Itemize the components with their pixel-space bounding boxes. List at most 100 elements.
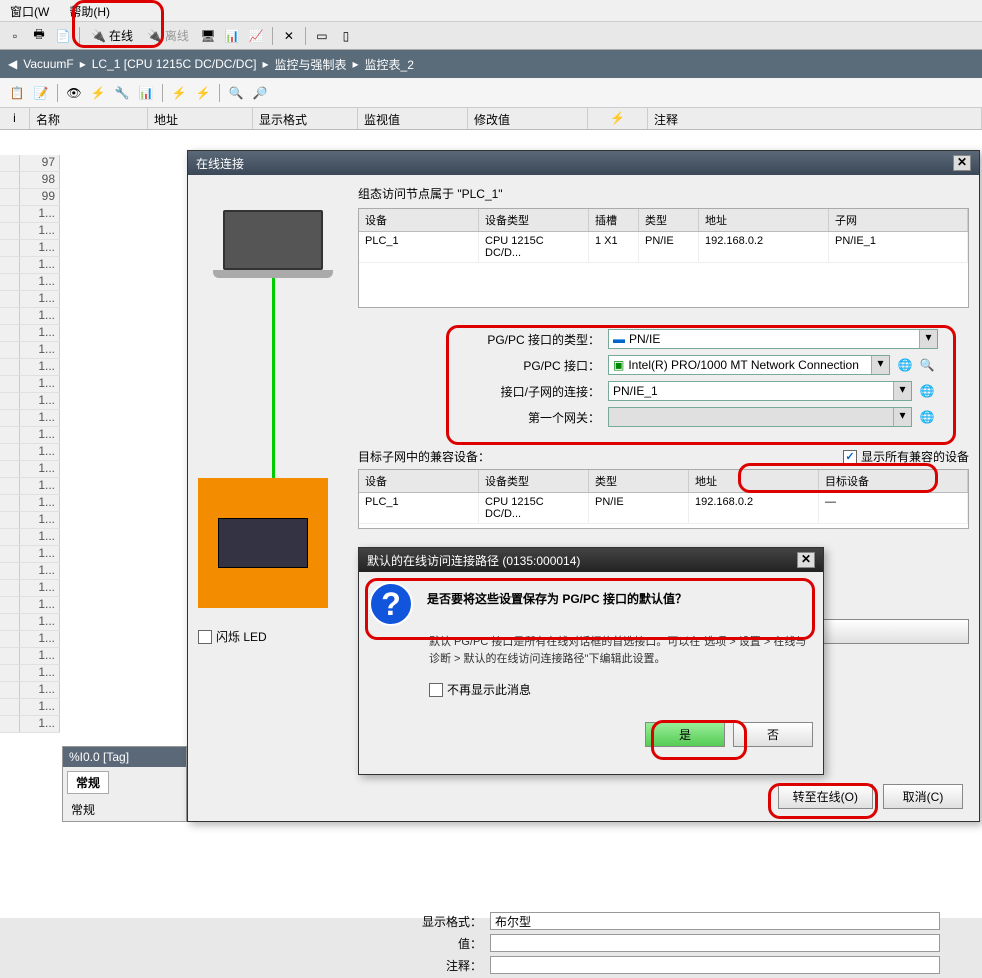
no-show-checkbox[interactable]	[429, 683, 443, 697]
bc-nav-icon[interactable]: ◀	[8, 57, 17, 71]
row-number[interactable]: 1...	[0, 444, 60, 461]
row-number[interactable]: 1...	[0, 580, 60, 597]
row-number[interactable]: 1...	[0, 682, 60, 699]
row-number[interactable]: 1...	[0, 597, 60, 614]
bf-fmt-input[interactable]: 布尔型	[490, 912, 940, 930]
row-number[interactable]: 1...	[0, 512, 60, 529]
row-number[interactable]: 1...	[0, 206, 60, 223]
row-number[interactable]: 1...	[0, 274, 60, 291]
row-number[interactable]: 1...	[0, 223, 60, 240]
row-number[interactable]: 1...	[0, 495, 60, 512]
row-number[interactable]: 1...	[0, 631, 60, 648]
no-button[interactable]: 否	[733, 722, 813, 747]
tb-icon-4[interactable]: 🖥	[197, 25, 219, 47]
tt-h-device[interactable]: 设备	[359, 470, 479, 492]
msg-close-button[interactable]: ✕	[797, 552, 815, 568]
dt-h-subnet[interactable]: 子网	[829, 209, 968, 231]
row-number[interactable]: 1...	[0, 699, 60, 716]
tb-icon-3[interactable]: 📄	[52, 25, 74, 47]
row-number[interactable]: 99	[0, 189, 60, 206]
th-addr[interactable]: 地址	[148, 108, 253, 129]
tag-tab-general[interactable]: 常规	[67, 771, 109, 794]
row-number[interactable]: 1...	[0, 648, 60, 665]
tb-icon-9[interactable]: ▯	[335, 25, 357, 47]
config-device-row[interactable]: PLC_1 CPU 1215C DC/D... 1 X1 PN/IE 192.1…	[359, 232, 968, 263]
row-number[interactable]: 1...	[0, 546, 60, 563]
tt-h-addr[interactable]: 地址	[689, 470, 819, 492]
dt-h-device[interactable]: 设备	[359, 209, 479, 231]
wt-1[interactable]: 📋	[6, 82, 28, 104]
th-comment[interactable]: 注释	[648, 108, 982, 129]
flash-led-checkbox[interactable]	[198, 630, 212, 644]
cancel-dialog-button[interactable]: 取消(C)	[883, 784, 963, 809]
wt-5[interactable]: 🔧	[111, 82, 133, 104]
tb-icon-2[interactable]: 🖶	[28, 25, 50, 47]
tt-h-kind[interactable]: 类型	[589, 470, 689, 492]
wt-10[interactable]: 🔎	[249, 82, 271, 104]
tb-icon-1[interactable]: ▫	[4, 25, 26, 47]
dt-h-type[interactable]: 设备类型	[479, 209, 589, 231]
row-number[interactable]: 1...	[0, 427, 60, 444]
th-fmt[interactable]: 显示格式	[253, 108, 358, 129]
yes-button[interactable]: 是	[645, 722, 725, 747]
show-all-checkbox[interactable]	[843, 450, 857, 464]
gateway-config-button[interactable]: 🌐	[916, 406, 938, 428]
wt-9[interactable]: 🔍	[225, 82, 247, 104]
tt-h-type[interactable]: 设备类型	[479, 470, 589, 492]
conn-close-button[interactable]: ✕	[953, 155, 971, 171]
wt-7[interactable]: ⚡	[168, 82, 190, 104]
wt-8[interactable]: ⚡	[192, 82, 214, 104]
th-flash[interactable]: ⚡	[588, 108, 648, 129]
subnet-select[interactable]: PN/IE_1 ▾	[608, 381, 912, 401]
menu-window[interactable]: 窗口(W	[0, 0, 59, 21]
row-number[interactable]: 1...	[0, 529, 60, 546]
pgpc-if-select[interactable]: ▣ Intel(R) PRO/1000 MT Network Connectio…	[608, 355, 890, 375]
row-number[interactable]: 1...	[0, 325, 60, 342]
tag-item-general[interactable]: 常规	[63, 798, 186, 821]
row-number[interactable]: 1...	[0, 376, 60, 393]
bf-val-input[interactable]	[490, 934, 940, 952]
wt-3[interactable]: 👁	[63, 82, 85, 104]
go-offline-button[interactable]: 🔌 离线	[141, 25, 195, 46]
row-number[interactable]: 1...	[0, 665, 60, 682]
bf-comment-input[interactable]	[490, 956, 940, 974]
bc-3[interactable]: 监控与强制表	[274, 56, 346, 73]
row-number[interactable]: 97	[0, 155, 60, 172]
row-number[interactable]: 98	[0, 172, 60, 189]
row-number[interactable]: 1...	[0, 393, 60, 410]
th-mon[interactable]: 监视值	[358, 108, 468, 129]
pgpc-if-config-button[interactable]: 🌐	[894, 354, 916, 376]
dt-h-addr[interactable]: 地址	[699, 209, 829, 231]
th-mod[interactable]: 修改值	[468, 108, 588, 129]
row-number[interactable]: 1...	[0, 342, 60, 359]
dt-h-kind[interactable]: 类型	[639, 209, 699, 231]
wt-2[interactable]: 📝	[30, 82, 52, 104]
row-number[interactable]: 1...	[0, 308, 60, 325]
th-i[interactable]: i	[0, 108, 30, 129]
pgpc-type-select[interactable]: ▬ PN/IE ▾	[608, 329, 938, 349]
wt-6[interactable]: 📊	[135, 82, 157, 104]
row-number[interactable]: 1...	[0, 716, 60, 733]
row-number[interactable]: 1...	[0, 240, 60, 257]
row-number[interactable]: 1...	[0, 563, 60, 580]
bc-1[interactable]: VacuumF	[23, 57, 73, 71]
row-number[interactable]: 1...	[0, 478, 60, 495]
row-number[interactable]: 1...	[0, 359, 60, 376]
row-number[interactable]: 1...	[0, 410, 60, 427]
tt-h-target[interactable]: 目标设备	[819, 470, 968, 492]
pgpc-if-search-button[interactable]: 🔍	[916, 354, 938, 376]
row-number[interactable]: 1...	[0, 614, 60, 631]
tb-icon-5[interactable]: 📊	[221, 25, 243, 47]
bc-2[interactable]: LC_1 [CPU 1215C DC/DC/DC]	[92, 57, 257, 71]
target-device-row[interactable]: PLC_1 CPU 1215C DC/D... PN/IE 192.168.0.…	[359, 493, 968, 524]
row-number[interactable]: 1...	[0, 257, 60, 274]
go-online-button[interactable]: 🔌 在线	[85, 25, 139, 46]
tb-icon-7[interactable]: ✕	[278, 25, 300, 47]
row-number[interactable]: 1...	[0, 461, 60, 478]
dt-h-slot[interactable]: 插槽	[589, 209, 639, 231]
row-number[interactable]: 1...	[0, 291, 60, 308]
tb-icon-6[interactable]: 📈	[245, 25, 267, 47]
th-name[interactable]: 名称	[30, 108, 148, 129]
wt-4[interactable]: ⚡	[87, 82, 109, 104]
menu-help[interactable]: 帮助(H)	[59, 0, 120, 21]
